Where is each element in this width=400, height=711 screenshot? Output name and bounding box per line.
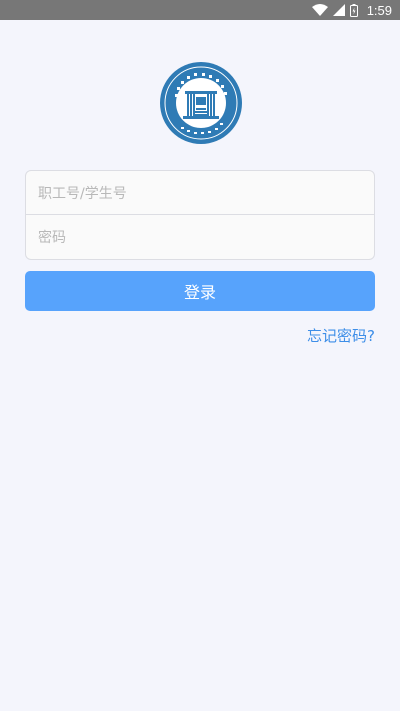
forgot-password-link[interactable]: 忘记密码?	[307, 325, 375, 346]
account-placeholder: 职工号/学生号	[38, 186, 127, 202]
login-button[interactable]: 登录	[25, 271, 375, 311]
status-bar: 1:59	[0, 0, 400, 20]
status-icons: 1:59	[311, 0, 392, 20]
school-seal-logo	[159, 61, 243, 145]
battery-icon	[349, 3, 358, 17]
status-time: 1:59	[366, 2, 392, 18]
account-field[interactable]: 职工号/学生号	[26, 171, 374, 215]
signal-icon	[332, 4, 345, 16]
wifi-icon	[311, 4, 328, 16]
login-button-label: 登录	[183, 283, 216, 302]
password-field[interactable]: 密码	[26, 215, 374, 259]
login-form: 职工号/学生号 密码	[25, 170, 375, 260]
password-placeholder: 密码	[38, 230, 66, 246]
